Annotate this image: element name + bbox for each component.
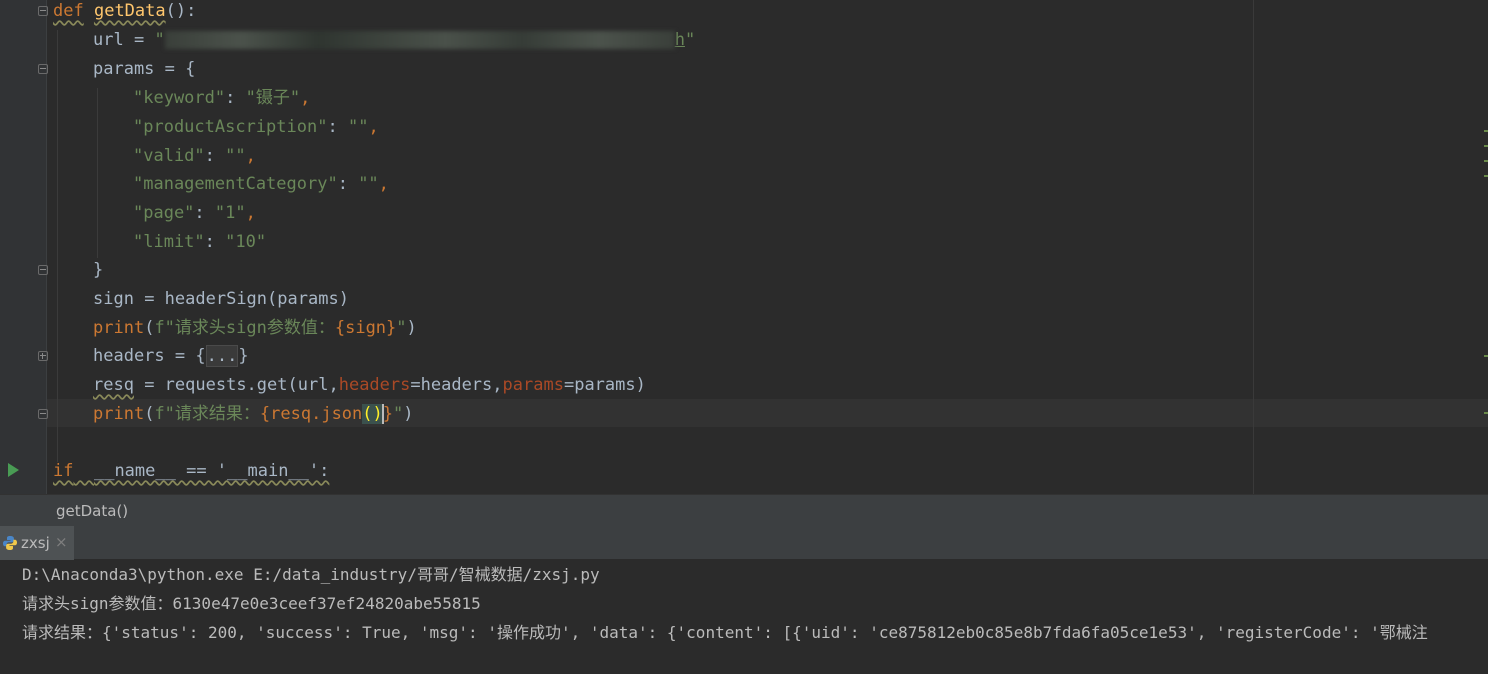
comma: , [245,203,256,224]
params-entry: "managementCategory": "", [133,174,389,195]
error-stripe-mark[interactable] [1484,175,1488,177]
fstring-expr: } [382,404,394,424]
run-gutter-icon[interactable] [8,463,19,477]
function-name: getData [93,1,166,21]
run-tab-zxsj[interactable]: zxsj × [0,526,74,560]
console-line: 请求头sign参数值：6130e47e0e3ceef37ef24820abe55… [22,594,481,613]
fstring: f"请求头sign参数值： [154,318,335,338]
console-line: D:\Anaconda3\python.exe E:/data_industry… [22,565,600,584]
console-line: 请求结果：{'status': 200, 'success': True, 'm… [22,623,1428,642]
kwarg-name: headers [338,375,411,395]
main-guard: __name__ == '__main__': [93,461,330,481]
code-line: headers = {...} [93,345,249,367]
params-entry: "page": "1", [133,203,256,224]
code-line: print(f"请求头sign参数值：{sign}") [93,318,417,338]
dict-key: "valid" [133,145,205,166]
redacted-url [164,31,675,49]
params-entry: "valid": "", [133,145,256,166]
error-stripe-mark[interactable] [1484,160,1488,162]
variable-params: params [93,59,155,79]
code-line: url = " h" [93,30,696,50]
variable-sign: sign [93,289,134,309]
builtin-print: print [93,404,145,424]
fstring: f"请求结果： [154,404,260,424]
argument: headers [420,375,493,395]
code-line: if __name__ == '__main__': [53,457,329,485]
dict-key: "productAscription" [133,116,328,137]
comma: , [378,174,389,195]
error-stripe-mark[interactable] [1484,145,1488,147]
dict-value: "" [347,116,369,137]
comma: , [368,116,379,137]
params-entry: "limit": "10" [133,232,267,252]
indent-guide [97,88,98,258]
comma: , [300,88,311,108]
dict-key: "limit" [133,232,205,252]
dict-value: "" [358,174,379,195]
dict-value: "镊子" [245,88,301,108]
variable-url: url [93,30,124,50]
code-line: def getData(): [53,1,197,21]
python-icon [3,536,17,550]
code-line: print(f"请求结果：{resq.json()}") [93,404,414,424]
kwarg-name: params [502,375,564,395]
params-entry: "productAscription": "", [133,116,379,137]
dict-value: "10" [225,232,267,252]
keyword-def: def [53,1,84,21]
error-stripe-mark[interactable] [1484,130,1488,132]
breadcrumb[interactable]: getData() [0,494,1488,526]
builtin-print: print [93,318,145,338]
argument: params [574,375,636,395]
keyword-if: if [53,461,74,481]
run-tab-label: zxsj [21,534,50,552]
code-line: } [93,260,104,280]
string-quote: " [396,318,407,338]
dict-key: "page" [133,203,195,224]
fold-collapse-icon[interactable] [38,409,48,419]
right-margin-guide [1253,0,1254,494]
code-line: sign = headerSign(params) [93,289,349,309]
breadcrumb-item[interactable]: getData() [56,502,128,520]
dict-key: "keyword" [133,88,226,108]
matched-parens: () [362,404,383,424]
run-console[interactable]: D:\Anaconda3\python.exe E:/data_industry… [0,560,1488,674]
variable-resq: resq [93,375,134,395]
params-entry: "keyword": "镊子", [133,88,311,108]
fold-expand-icon[interactable] [38,351,48,361]
string-quote: " [684,30,696,50]
fold-collapse-icon[interactable] [38,6,48,16]
fstring-expr: {sign} [334,318,397,338]
fstring-expr: {resq.json [259,404,363,424]
string-quote: " [154,30,165,50]
code-line: resq = requests.get(url,headers=headers,… [93,375,646,395]
dict-key: "managementCategory" [133,174,338,195]
code-editor[interactable]: def getData(): url = " h" params = { "key… [0,0,1488,494]
call-headerSign: headerSign [164,289,268,309]
fold-collapse-icon[interactable] [38,64,48,74]
argument: url [297,375,329,395]
comma: , [245,145,256,166]
close-icon[interactable]: × [55,533,68,551]
string-quote: " [393,404,404,424]
error-stripe-mark[interactable] [1484,355,1488,357]
indent-guide [57,30,58,462]
fold-collapse-icon[interactable] [38,265,48,275]
argument: params [277,289,339,309]
code-line: params = { [93,59,196,79]
folded-region[interactable]: ... [205,345,239,367]
call-requests-get: requests.get [164,375,288,395]
error-stripe-mark[interactable] [1484,412,1488,414]
run-tool-window-tabs: zxsj × [0,526,1488,560]
editor-gutter [0,0,46,494]
dict-value: "1" [214,203,246,224]
dict-value: "" [225,145,246,166]
string-fragment: h [674,30,685,50]
variable-headers: headers [93,346,165,366]
